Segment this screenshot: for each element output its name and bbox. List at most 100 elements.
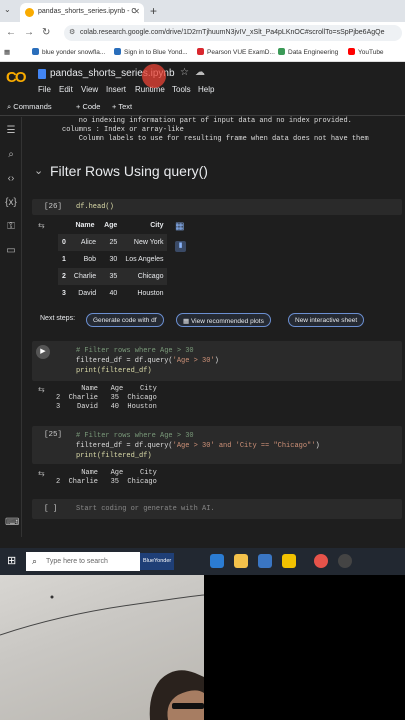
address-bar: ← → ↻ ⚙ colab.research.google.com/drive/… bbox=[0, 22, 405, 44]
menu-edit[interactable]: Edit bbox=[59, 85, 73, 94]
bookmark-icon bbox=[278, 48, 285, 55]
app-icon[interactable] bbox=[282, 554, 296, 568]
chrome-icon[interactable] bbox=[314, 554, 328, 568]
tab-search-icon[interactable]: ⌄ bbox=[4, 5, 14, 15]
bookmark-blue-yonder[interactable]: blue yonder snowfla... bbox=[32, 48, 105, 56]
menu-help[interactable]: Help bbox=[198, 85, 214, 94]
exec-count: [26] bbox=[44, 203, 63, 211]
bookmark-pearson[interactable]: Pearson VUE ExamD... bbox=[197, 48, 275, 56]
url-field[interactable]: ⚙ colab.research.google.com/drive/1D2rnT… bbox=[64, 25, 402, 41]
menu-insert[interactable]: Insert bbox=[106, 85, 126, 94]
edge-browser-icon[interactable] bbox=[210, 554, 224, 568]
col-header: City bbox=[150, 222, 164, 229]
cell-placeholder: Start coding or generate with AI. bbox=[76, 505, 215, 513]
dataframe-table: Name Age City 0 Alice 25 New York 1 Bob … bbox=[58, 217, 168, 302]
notebook-area: no indexing information part of input da… bbox=[22, 117, 405, 547]
output-actions-icon[interactable]: ⇆ bbox=[38, 385, 45, 394]
star-icon[interactable]: ☆ bbox=[180, 67, 189, 78]
bookmark-icon bbox=[114, 48, 121, 55]
table-row: 2 Charlie 35 Chicago bbox=[58, 268, 168, 285]
recommended-plots-chip[interactable]: ▦ View recommended plots bbox=[176, 313, 271, 327]
table-header-row: Name Age City bbox=[58, 217, 167, 234]
store-icon[interactable] bbox=[258, 554, 272, 568]
new-interactive-sheet-chip[interactable]: New interactive sheet bbox=[288, 313, 365, 327]
output-actions-icon[interactable]: ⇆ bbox=[38, 469, 45, 478]
search-icon[interactable]: ⌕ bbox=[5, 149, 17, 161]
cell-output: Name Age City 2 Charlie 35 Chicago bbox=[56, 469, 157, 486]
left-sidebar: ☰ ⌕ ‹› {x} ⚿ ▭ ⌨ bbox=[0, 117, 22, 537]
table-row: 0 Alice 25 New York bbox=[58, 234, 168, 251]
menu-tools[interactable]: Tools bbox=[172, 85, 191, 94]
variables-icon[interactable]: {x} bbox=[5, 197, 17, 209]
cell-output: Name Age City 2 Charlie 35 Chicago 3 David… bbox=[56, 385, 157, 411]
bookmark-sign-in[interactable]: Sign in to Blue Yond... bbox=[114, 48, 188, 56]
previous-output: no indexing information part of input da… bbox=[62, 117, 369, 143]
bookmark-icon bbox=[32, 48, 39, 55]
colab-logo: CO bbox=[6, 69, 26, 86]
generate-code-chip[interactable]: Generate code with df bbox=[86, 313, 164, 327]
exec-count: [ ] bbox=[44, 505, 58, 513]
cell-code: # Filter rows where Age > 30 filtered_df … bbox=[76, 347, 219, 375]
bookmark-youtube[interactable]: YouTube bbox=[348, 48, 384, 56]
webcam-scene bbox=[0, 594, 204, 720]
webcam-feed-image bbox=[0, 575, 204, 720]
notebook-toolbar: ⌕ Commands + Code + Text bbox=[0, 98, 405, 116]
tab-title: pandas_shorts_series.ipynb - C bbox=[38, 8, 137, 15]
browser-tab[interactable]: pandas_shorts_series.ipynb - C ✕ bbox=[20, 3, 144, 22]
table-row: 1 Bob 30 Los Angeles bbox=[62, 256, 164, 263]
chart-suggest-icon[interactable]: ▮ bbox=[175, 241, 186, 252]
close-tab-icon[interactable]: ✕ bbox=[133, 7, 140, 16]
drive-file-icon bbox=[38, 69, 46, 79]
terminal-icon[interactable]: ⌨ bbox=[5, 517, 19, 529]
apps-icon[interactable]: ▦ bbox=[4, 48, 10, 56]
empty-code-cell[interactable]: [ ] Start coding or generate with AI. bbox=[32, 499, 402, 519]
taskbar-search-input[interactable]: ⌕ Type here to search bbox=[26, 552, 140, 571]
code-snippets-icon[interactable]: ‹› bbox=[5, 173, 17, 185]
commands-button[interactable]: ⌕ Commands bbox=[7, 102, 52, 112]
webcam-area bbox=[0, 575, 405, 720]
youtube-icon bbox=[348, 48, 355, 55]
code-cell[interactable]: [25] # Filter rows where Age > 30 filtere… bbox=[32, 426, 402, 464]
screen: ⌄ pandas_shorts_series.ipynb - C ✕ + ← →… bbox=[0, 0, 405, 575]
back-icon[interactable]: ← bbox=[6, 27, 16, 38]
menu-view[interactable]: View bbox=[81, 85, 98, 94]
colab-favicon-icon bbox=[25, 8, 34, 17]
cloud-icon[interactable]: ☁ bbox=[195, 67, 205, 78]
reload-icon[interactable]: ↻ bbox=[42, 27, 50, 38]
cell-code: # Filter rows where Age > 30 filtered_df … bbox=[76, 432, 320, 460]
output-actions-icon[interactable]: ⇆ bbox=[38, 221, 45, 230]
table-row: 3 David 40 Houston bbox=[62, 290, 164, 297]
code-cell-head[interactable]: [26] df.head() bbox=[32, 199, 402, 215]
windows-start-icon[interactable]: ⊞ bbox=[7, 554, 16, 567]
section-heading: Filter Rows Using query() bbox=[50, 163, 208, 179]
add-code-button[interactable]: + Code bbox=[76, 102, 100, 111]
code-cell[interactable]: ▶ # Filter rows where Age > 30 filtered_d… bbox=[32, 341, 402, 381]
search-icon: ⌕ bbox=[32, 556, 38, 566]
site-info-icon[interactable]: ⚙ bbox=[69, 28, 75, 36]
url-text: colab.research.google.com/drive/1D2rnTjh… bbox=[80, 29, 385, 36]
next-steps-label: Next steps: bbox=[40, 315, 76, 322]
files-folder-icon[interactable]: ▭ bbox=[5, 245, 17, 257]
bookmark-data-engineering[interactable]: Data Engineering bbox=[278, 48, 338, 56]
colab-header: CO pandas_shorts_series.ipynb ☆ ☁ File E… bbox=[0, 62, 405, 98]
bookmarks-bar: ▦ blue yonder snowfla... Sign in to Blue… bbox=[0, 44, 405, 62]
table-view-icon[interactable]: ▦ bbox=[175, 221, 186, 232]
browser-tabbar: ⌄ pandas_shorts_series.ipynb - C ✕ + bbox=[0, 0, 405, 22]
toc-icon[interactable]: ☰ bbox=[5, 125, 17, 137]
file-explorer-icon[interactable] bbox=[234, 554, 248, 568]
bookmark-icon bbox=[197, 48, 204, 55]
collapse-section-icon[interactable]: ⌄ bbox=[34, 164, 43, 177]
windows-taskbar: ⊞ ⌕ Type here to search BlueYonder bbox=[0, 548, 405, 575]
blueyonder-widget[interactable]: BlueYonder bbox=[140, 553, 175, 570]
col-header: Age bbox=[104, 222, 118, 229]
secrets-key-icon[interactable]: ⚿ bbox=[5, 221, 17, 233]
run-cell-icon[interactable]: ▶ bbox=[36, 345, 50, 359]
cell-code: df.head() bbox=[76, 203, 114, 211]
exec-count: [25] bbox=[44, 431, 63, 439]
new-tab-icon[interactable]: + bbox=[150, 4, 157, 18]
forward-icon[interactable]: → bbox=[24, 27, 34, 38]
add-text-button[interactable]: + Text bbox=[112, 102, 132, 111]
menu-file[interactable]: File bbox=[38, 85, 51, 94]
mouse-cursor-highlight bbox=[142, 64, 166, 88]
obs-icon[interactable] bbox=[338, 554, 352, 568]
